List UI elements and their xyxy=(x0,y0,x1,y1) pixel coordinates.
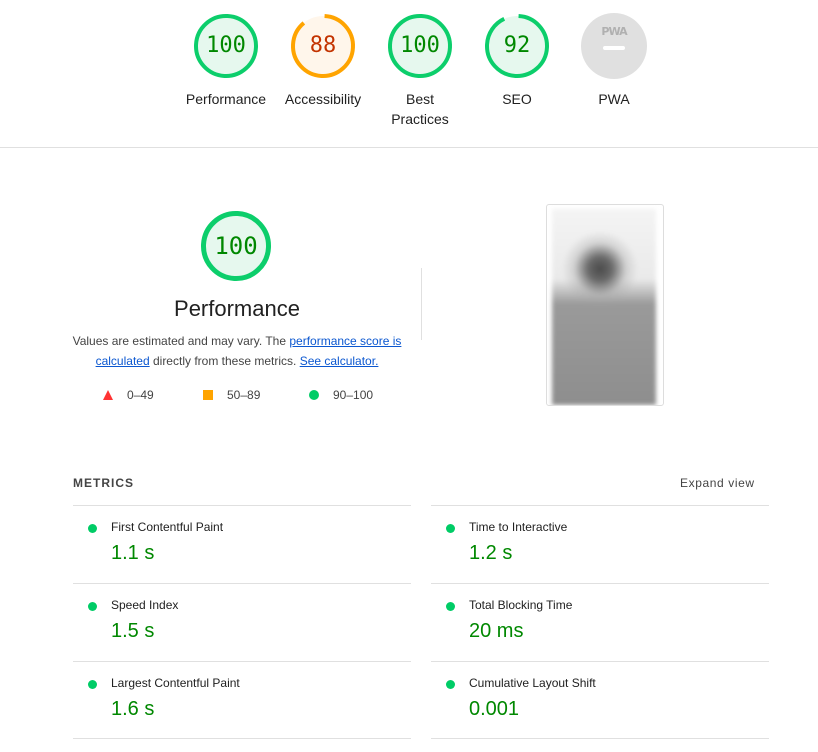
square-average-icon xyxy=(203,390,213,400)
metric-item: First Contentful Paint 1.1 s xyxy=(73,505,411,583)
expand-view-button[interactable]: Expand view xyxy=(680,476,755,490)
category-gauges-bar: 100 Performance 88 Accessibility 100 Bes… xyxy=(0,0,818,148)
pass-dot-icon xyxy=(446,524,455,533)
pwa-dash-icon xyxy=(603,46,625,50)
gauge-pwa[interactable]: PWA PWA xyxy=(564,13,664,109)
metric-title: Total Blocking Time xyxy=(469,598,573,612)
metric-value: 20 ms xyxy=(469,620,524,642)
metric-item: Time to Interactive 1.2 s xyxy=(431,505,769,583)
metric-item: Cumulative Layout Shift 0.001 xyxy=(431,661,769,739)
final-screenshot[interactable] xyxy=(546,204,664,406)
gauge-label: Performance xyxy=(185,91,267,107)
performance-description: Values are estimated and may vary. The p… xyxy=(72,331,402,371)
metric-title: Time to Interactive xyxy=(469,520,568,534)
metric-title: Speed Index xyxy=(111,598,179,612)
pass-dot-icon xyxy=(446,680,455,689)
metric-value: 0.001 xyxy=(469,698,520,720)
gauge-performance[interactable]: 100 Performance xyxy=(176,13,276,109)
gauge-accessibility[interactable]: 88 Accessibility xyxy=(273,13,373,109)
score-ring: 92 xyxy=(484,13,550,79)
legend-average: 50–89 xyxy=(203,388,260,402)
performance-score-gauge: 100 xyxy=(200,210,272,282)
metric-value: 1.1 s xyxy=(111,542,155,564)
legend-range: 0–49 xyxy=(127,388,154,402)
performance-score: 100 xyxy=(214,232,258,260)
circle-pass-icon xyxy=(309,390,319,400)
gauge-label: Accessibility xyxy=(284,91,362,107)
pwa-badge-icon: PWA xyxy=(581,13,647,79)
legend-pass: 90–100 xyxy=(309,388,373,402)
metric-title: Cumulative Layout Shift xyxy=(469,676,596,690)
metric-title: Largest Contentful Paint xyxy=(111,676,240,690)
pass-dot-icon xyxy=(88,602,97,611)
metrics-header: METRICS xyxy=(73,476,134,490)
gauge-score: 100 xyxy=(400,33,440,58)
score-ring: 88 xyxy=(290,13,356,79)
triangle-fail-icon xyxy=(103,390,113,400)
pwa-badge-text: PWA xyxy=(601,25,627,38)
desc-text: Values are estimated and may vary. The xyxy=(72,334,290,348)
see-calculator-link[interactable]: See calculator. xyxy=(300,354,379,368)
pass-dot-icon xyxy=(88,680,97,689)
gauge-score: 100 xyxy=(206,33,246,58)
gauge-score: 88 xyxy=(309,33,337,58)
desc-text: directly from these metrics. xyxy=(149,354,300,368)
metric-item: Total Blocking Time 20 ms xyxy=(431,583,769,661)
gauge-label: Best Practices xyxy=(391,91,449,127)
metric-title: First Contentful Paint xyxy=(111,520,224,534)
gauge-score: 92 xyxy=(503,33,531,58)
metric-value: 1.6 s xyxy=(111,698,155,720)
metric-value: 1.5 s xyxy=(111,620,155,642)
metric-value: 1.2 s xyxy=(469,542,513,564)
score-ring: 100 xyxy=(387,13,453,79)
gauge-label: PWA xyxy=(598,91,630,107)
gauge-best-practices[interactable]: 100 Best Practices xyxy=(370,13,470,129)
score-ring: 100 xyxy=(193,13,259,79)
legend-range: 90–100 xyxy=(333,388,374,402)
pass-dot-icon xyxy=(88,524,97,533)
legend-fail: 0–49 xyxy=(103,388,154,402)
final-screenshot-thumbnail xyxy=(552,209,656,405)
vertical-divider xyxy=(421,268,422,340)
pwa-badge: PWA xyxy=(581,13,647,79)
gauge-label: SEO xyxy=(502,91,532,107)
legend-range: 50–89 xyxy=(227,388,261,402)
metric-item: Speed Index 1.5 s xyxy=(73,583,411,661)
gauge-seo[interactable]: 92 SEO xyxy=(467,13,567,109)
metric-item: Largest Contentful Paint 1.6 s xyxy=(73,661,411,739)
performance-title: Performance xyxy=(174,296,300,321)
pass-dot-icon xyxy=(446,602,455,611)
